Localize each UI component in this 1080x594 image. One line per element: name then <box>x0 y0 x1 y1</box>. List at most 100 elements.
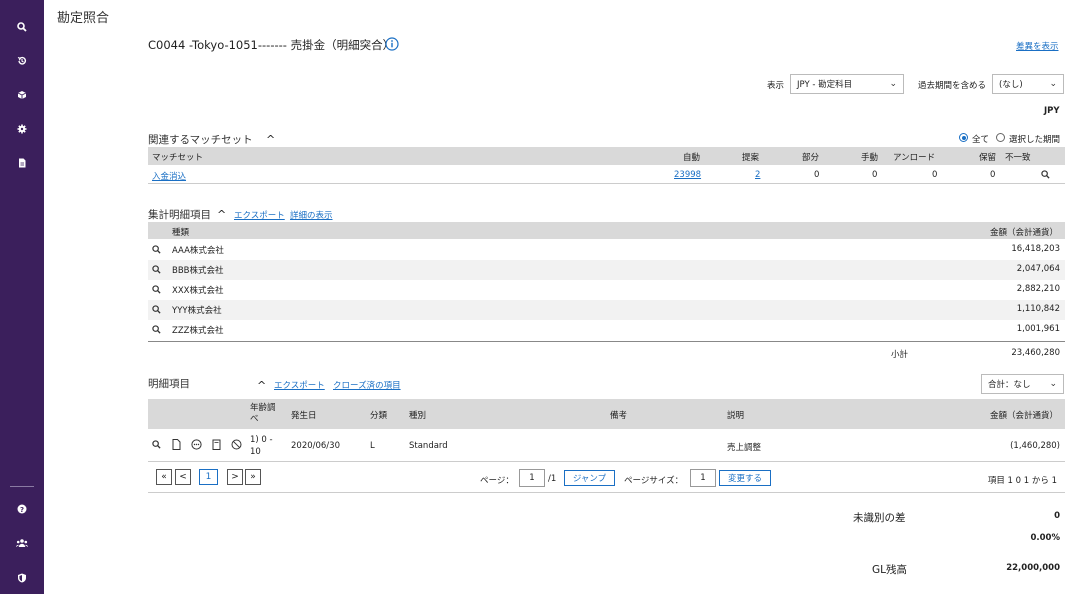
past-period-select-value: (なし) <box>999 80 1023 90</box>
age-line1: 1) 0 - <box>250 435 273 445</box>
detail-header <box>148 399 1065 429</box>
item-range: 項目 1 0 1 から 1 <box>987 476 1057 486</box>
col-class: 分類 <box>370 411 388 421</box>
first-page-button[interactable]: « <box>156 469 172 485</box>
proposal-count-link[interactable]: 2 <box>755 170 760 180</box>
jump-button[interactable]: ジャンプ <box>564 470 615 486</box>
gear-icon[interactable] <box>12 119 32 139</box>
hold-count: 0 <box>990 170 996 180</box>
col-date: 発生日 <box>291 411 317 421</box>
divider <box>148 183 1065 184</box>
notes-icon[interactable] <box>212 439 221 450</box>
divider <box>148 341 1065 342</box>
past-period-select[interactable]: (なし) ⌄ <box>992 74 1064 94</box>
current-page-button[interactable]: 1 <box>199 469 218 485</box>
col-unload: アンロード <box>893 153 936 163</box>
search-icon[interactable] <box>152 305 161 314</box>
sidebar: ? <box>0 0 44 594</box>
svg-text:?: ? <box>20 506 24 514</box>
detail-kind: Standard <box>409 441 448 451</box>
detail-date: 2020/06/30 <box>291 441 340 451</box>
chevron-down-icon: ⌄ <box>889 79 897 89</box>
page-size-input[interactable]: 1 <box>690 469 716 487</box>
document-icon[interactable] <box>12 153 32 173</box>
radio-all[interactable] <box>959 133 968 142</box>
help-icon[interactable]: ? <box>12 499 32 519</box>
col-manual: 手動 <box>861 153 879 163</box>
col-detail-amount: 金額（会計通貨） <box>990 411 1059 421</box>
collapse-chevron-icon[interactable]: ^ <box>257 379 266 392</box>
next-page-button[interactable]: > <box>227 469 243 485</box>
document-icon[interactable] <box>172 439 181 450</box>
summary-details-link[interactable]: 詳細の表示 <box>290 209 333 221</box>
search-icon[interactable] <box>152 325 161 334</box>
gl-balance-label: GL残高 <box>872 564 907 576</box>
page-total: /1 <box>548 474 557 484</box>
sidebar-divider <box>10 486 34 487</box>
col-desc: 説明 <box>727 411 745 421</box>
col-auto: 自動 <box>683 153 701 163</box>
detail-export-link[interactable]: エクスポート <box>274 379 325 391</box>
unidentified-diff-label: 未識別の差 <box>853 512 906 524</box>
collapse-chevron-icon[interactable]: ^ <box>217 208 226 221</box>
subtotal-label: 小計 <box>891 350 909 360</box>
collapse-chevron-icon[interactable]: ^ <box>266 133 275 146</box>
summary-export-link[interactable]: エクスポート <box>234 209 285 221</box>
search-icon[interactable] <box>1041 170 1050 179</box>
search-icon[interactable] <box>12 17 32 37</box>
users-icon[interactable] <box>12 533 32 553</box>
detail-amount: (1,460,280) <box>1010 441 1060 451</box>
history-icon[interactable] <box>12 51 32 71</box>
block-icon[interactable] <box>231 439 242 450</box>
last-page-button[interactable]: » <box>245 469 261 485</box>
account-title: C0044 -Tokyo-1051------- 売掛金（明細突合） <box>148 38 395 52</box>
currency-label: JPY <box>1044 106 1060 116</box>
search-icon[interactable] <box>152 440 161 449</box>
prev-page-button[interactable]: < <box>175 469 191 485</box>
gl-balance-value: 22,000,000 <box>1006 563 1060 573</box>
closed-items-link[interactable]: クローズ済の項目 <box>333 379 401 391</box>
display-select[interactable]: JPY - 勘定科目 ⌄ <box>790 74 904 94</box>
partial-count: 0 <box>814 170 820 180</box>
search-icon[interactable] <box>152 285 161 294</box>
summary-row-amount: 2,882,210 <box>1016 284 1060 294</box>
total-select[interactable]: 合計：なし ⌄ <box>981 374 1064 394</box>
detail-title: 明細項目 <box>148 378 190 390</box>
search-icon[interactable] <box>152 245 161 254</box>
info-icon[interactable] <box>385 37 399 51</box>
col-note: 備考 <box>610 411 628 421</box>
page-size-label: ページサイズ： <box>624 476 684 486</box>
show-diff-link[interactable]: 差異を表示 <box>1016 40 1059 52</box>
past-period-label: 過去期間を含める <box>918 81 987 91</box>
summary-title: 集計明細項目 <box>148 209 211 221</box>
unload-count: 0 <box>932 170 938 180</box>
divider <box>148 461 1065 462</box>
col-amount: 金額（会計通貨） <box>990 228 1059 238</box>
cube-icon[interactable] <box>12 85 32 105</box>
col-mismatch: 不一致 <box>1005 153 1031 163</box>
display-label: 表示 <box>767 81 785 91</box>
shield-icon[interactable] <box>12 568 32 588</box>
auto-count-link[interactable]: 23998 <box>674 170 701 180</box>
radio-all-label: 全て <box>972 135 990 145</box>
age-line2: 10 <box>250 447 261 457</box>
radio-selected-period[interactable] <box>996 133 1005 142</box>
row-stripe <box>148 260 1065 280</box>
match-sets-title: 関連するマッチセット <box>148 134 253 146</box>
detail-desc: 売上調整 <box>727 443 762 453</box>
search-icon[interactable] <box>152 265 161 274</box>
change-size-button[interactable]: 変更する <box>719 470 771 486</box>
comment-icon[interactable] <box>191 439 202 450</box>
col-hold: 保留 <box>979 153 997 163</box>
page-label: ページ： <box>480 476 514 486</box>
chevron-down-icon: ⌄ <box>1049 79 1057 89</box>
col-partial: 部分 <box>802 153 820 163</box>
diff-percent: 0.00% <box>1030 533 1061 543</box>
summary-row-amount: 2,047,064 <box>1016 264 1060 274</box>
matchset-link[interactable]: 入金消込 <box>152 170 186 182</box>
page-input[interactable]: 1 <box>519 469 545 487</box>
summary-row-name: AAA株式会社 <box>172 246 224 256</box>
summary-header <box>148 222 1065 239</box>
col-type: 種類 <box>172 228 190 238</box>
summary-row-name: XXX株式会社 <box>172 286 224 296</box>
